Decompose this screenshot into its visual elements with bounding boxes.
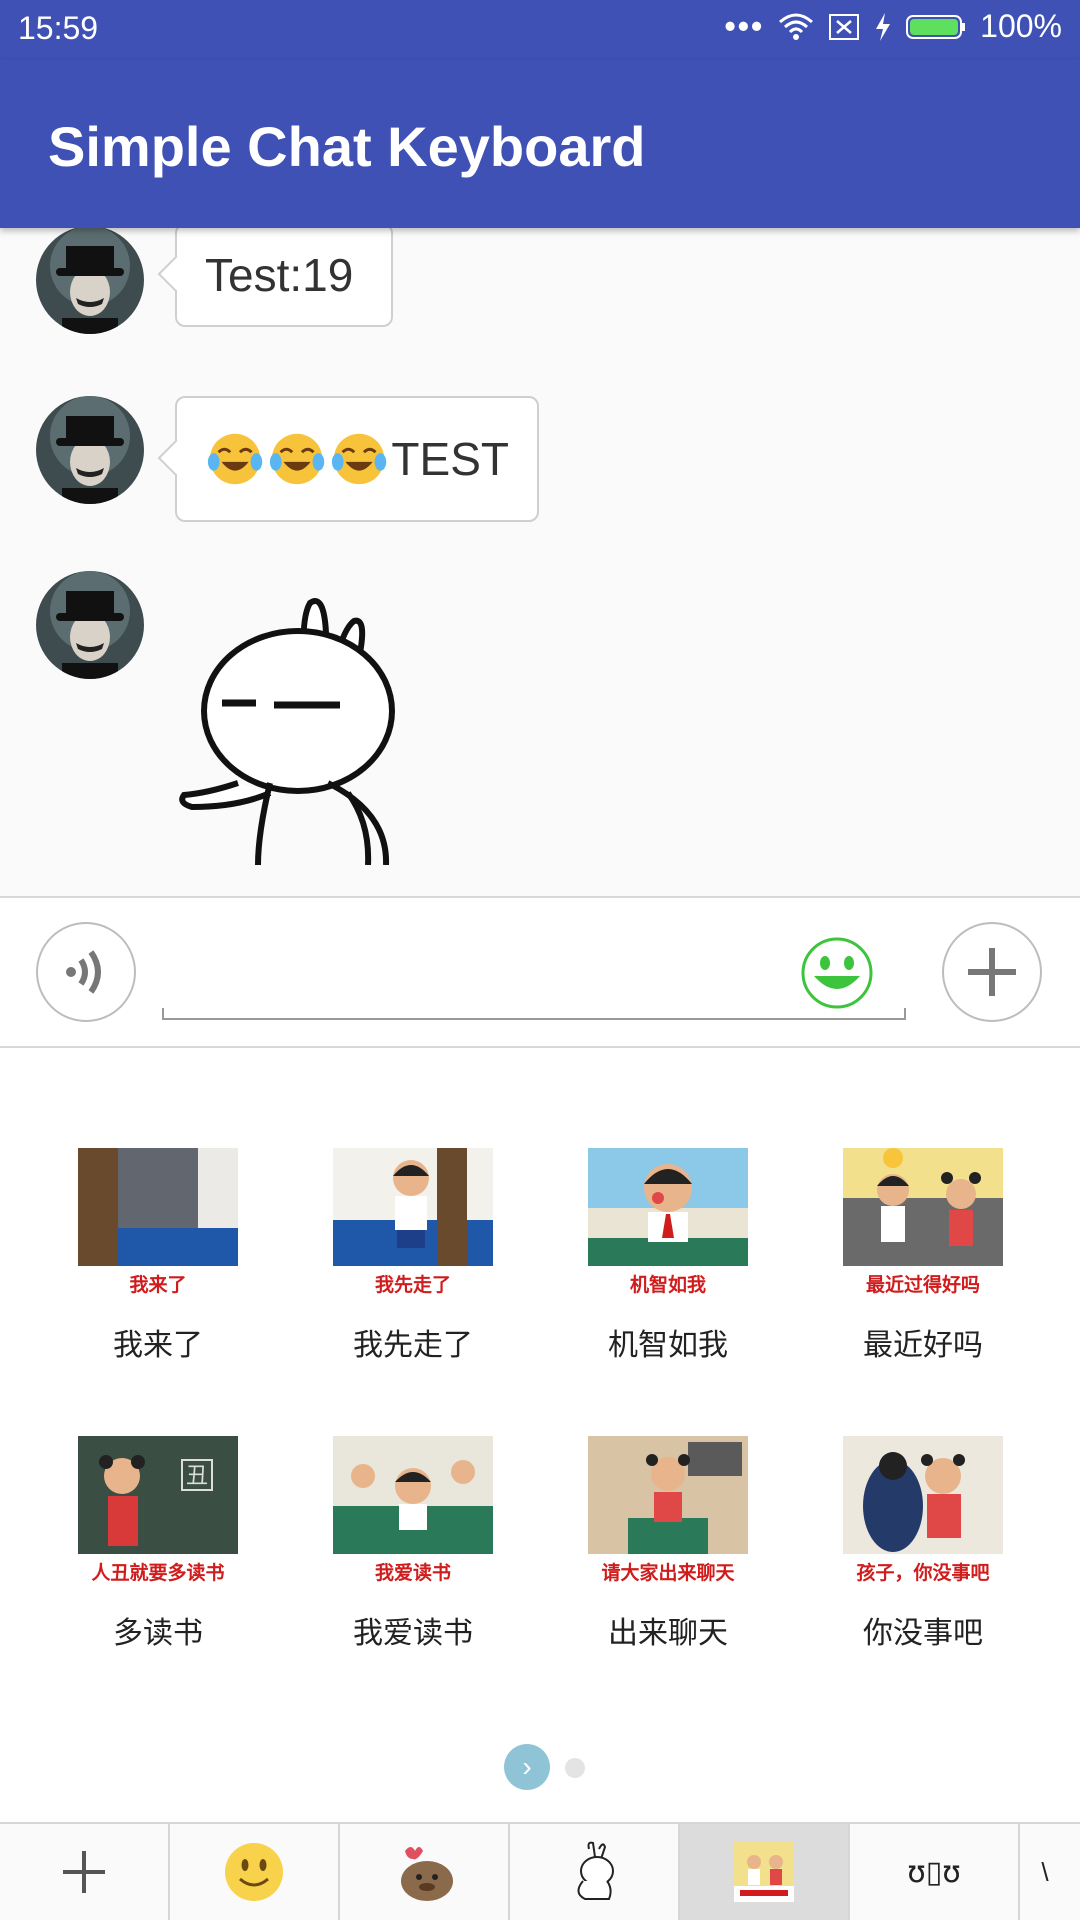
partial-tab-icon: \ [1041, 1856, 1049, 1887]
chat-list[interactable]: Test:19 TEST [0, 228, 1080, 896]
sticker-caption: 最近过得好吗 [865, 1274, 980, 1296]
sticker-caption: 我爱读书 [374, 1562, 451, 1584]
app-bar: Simple Chat Keyboard [0, 60, 1080, 228]
sticker-label: 我来了 [113, 1328, 203, 1363]
sticker-image: 我来了 [78, 1148, 238, 1308]
sticker-panel: 我来了 我来了 我先走了 我先走了 机智如我 机智如我 最近过得好吗 最近好吗 … [0, 1048, 1080, 1822]
message-bubble[interactable]: Test:19 [157, 228, 393, 327]
sticker-label: 多读书 [113, 1616, 203, 1651]
avatar[interactable] [36, 571, 144, 679]
page-indicator: › [0, 1744, 1080, 1794]
no-sim-icon [829, 13, 860, 40]
wifi-icon [779, 13, 814, 40]
page-dot[interactable] [565, 1758, 585, 1778]
sticker-item[interactable]: 我来了 我来了 [48, 1148, 268, 1364]
message-bubble[interactable]: TEST [157, 396, 539, 522]
smiley-icon [225, 1843, 283, 1901]
kaomoji-icon: ʊ▯ʊ [907, 1854, 961, 1890]
input-underline [162, 1008, 906, 1020]
sticker-item[interactable]: 最近过得好吗 最近好吗 [813, 1148, 1033, 1364]
emoji-toggle-icon[interactable] [800, 936, 874, 1010]
chevron-right-icon: › [522, 1751, 532, 1782]
tab-retro-stickers[interactable] [680, 1824, 850, 1920]
message-input[interactable] [170, 938, 794, 1010]
tab-kaomoji[interactable]: ʊ▯ʊ [850, 1824, 1020, 1920]
charging-icon [876, 12, 891, 41]
sticker-caption: 机智如我 [629, 1274, 706, 1296]
more-actions-button[interactable] [942, 922, 1042, 1022]
sticker-image: 我爱读书 [333, 1436, 493, 1596]
sticker-caption: 我来了 [129, 1274, 187, 1296]
avatar[interactable] [36, 228, 144, 334]
voice-button[interactable] [36, 922, 136, 1022]
sticker-label: 我先走了 [353, 1328, 473, 1363]
sticker-image: 最近过得好吗 [843, 1148, 1003, 1308]
sticker-caption: 孩子，你没事吧 [856, 1562, 990, 1584]
sticker-image: 丑 人丑就要多读书 [78, 1436, 238, 1596]
app-title: Simple Chat Keyboard [48, 115, 646, 178]
rabbit-sticker-icon [577, 1841, 614, 1900]
sticker-item[interactable]: 机智如我 机智如我 [558, 1148, 778, 1364]
sticker-image: 机智如我 [588, 1148, 748, 1308]
tears-of-joy-emoji-icon [332, 433, 387, 485]
sticker-label: 我爱读书 [353, 1616, 473, 1651]
retro-sticker-icon [734, 1842, 794, 1902]
sticker-label: 最近好吗 [863, 1328, 983, 1363]
sticker-item[interactable]: 我先走了 我先走了 [303, 1148, 523, 1364]
sticker-image: 我先走了 [333, 1148, 493, 1308]
sticker-label: 你没事吧 [863, 1616, 983, 1651]
sticker-image: 孩子，你没事吧 [843, 1436, 1003, 1596]
battery-icon [906, 14, 966, 39]
sticker-tab-bar: ʊ▯ʊ \ [0, 1822, 1080, 1920]
tab-cartoon-stickers[interactable] [340, 1824, 510, 1920]
sticker-item[interactable]: 我爱读书 我爱读书 [303, 1436, 523, 1652]
tab-add[interactable] [0, 1824, 170, 1920]
status-bar: 15:59 ••• 100% [0, 0, 1080, 60]
sticker-caption: 人丑就要多读书 [91, 1562, 225, 1584]
sticker-item[interactable]: 丑 人丑就要多读书 多读书 [48, 1436, 268, 1652]
tab-rabbit-stickers[interactable] [510, 1824, 680, 1920]
plus-icon [63, 1851, 105, 1893]
tears-of-joy-emoji-icon [270, 433, 325, 485]
battery-percent: 100% [980, 8, 1062, 44]
sticker-image: 请大家出来聊天 [588, 1436, 748, 1596]
more-icon: ••• [724, 8, 765, 44]
voice-icon [66, 950, 101, 994]
rabbit-sticker[interactable] [178, 593, 428, 865]
avatar[interactable] [36, 396, 144, 504]
sticker-label: 出来聊天 [608, 1616, 728, 1651]
message-text: Test:19 [205, 249, 354, 301]
message-text: TEST [391, 433, 509, 485]
page-dot-active[interactable]: › [504, 1744, 550, 1790]
input-bar [0, 896, 1080, 1048]
sticker-caption: 请大家出来聊天 [601, 1562, 735, 1584]
sticker-label: 机智如我 [608, 1328, 728, 1363]
sticker-item[interactable]: 请大家出来聊天 出来聊天 [558, 1436, 778, 1652]
tears-of-joy-emoji-icon [207, 433, 263, 485]
svg-text:丑: 丑 [186, 1464, 208, 1489]
tab-partial[interactable]: \ [1020, 1824, 1070, 1920]
sticker-caption: 我先走了 [374, 1274, 451, 1296]
cartoon-sticker-icon [401, 1847, 453, 1901]
sticker-item[interactable]: 孩子，你没事吧 你没事吧 [813, 1436, 1033, 1652]
plus-icon [968, 948, 1016, 996]
status-time: 15:59 [18, 10, 99, 46]
tab-emoji[interactable] [170, 1824, 340, 1920]
